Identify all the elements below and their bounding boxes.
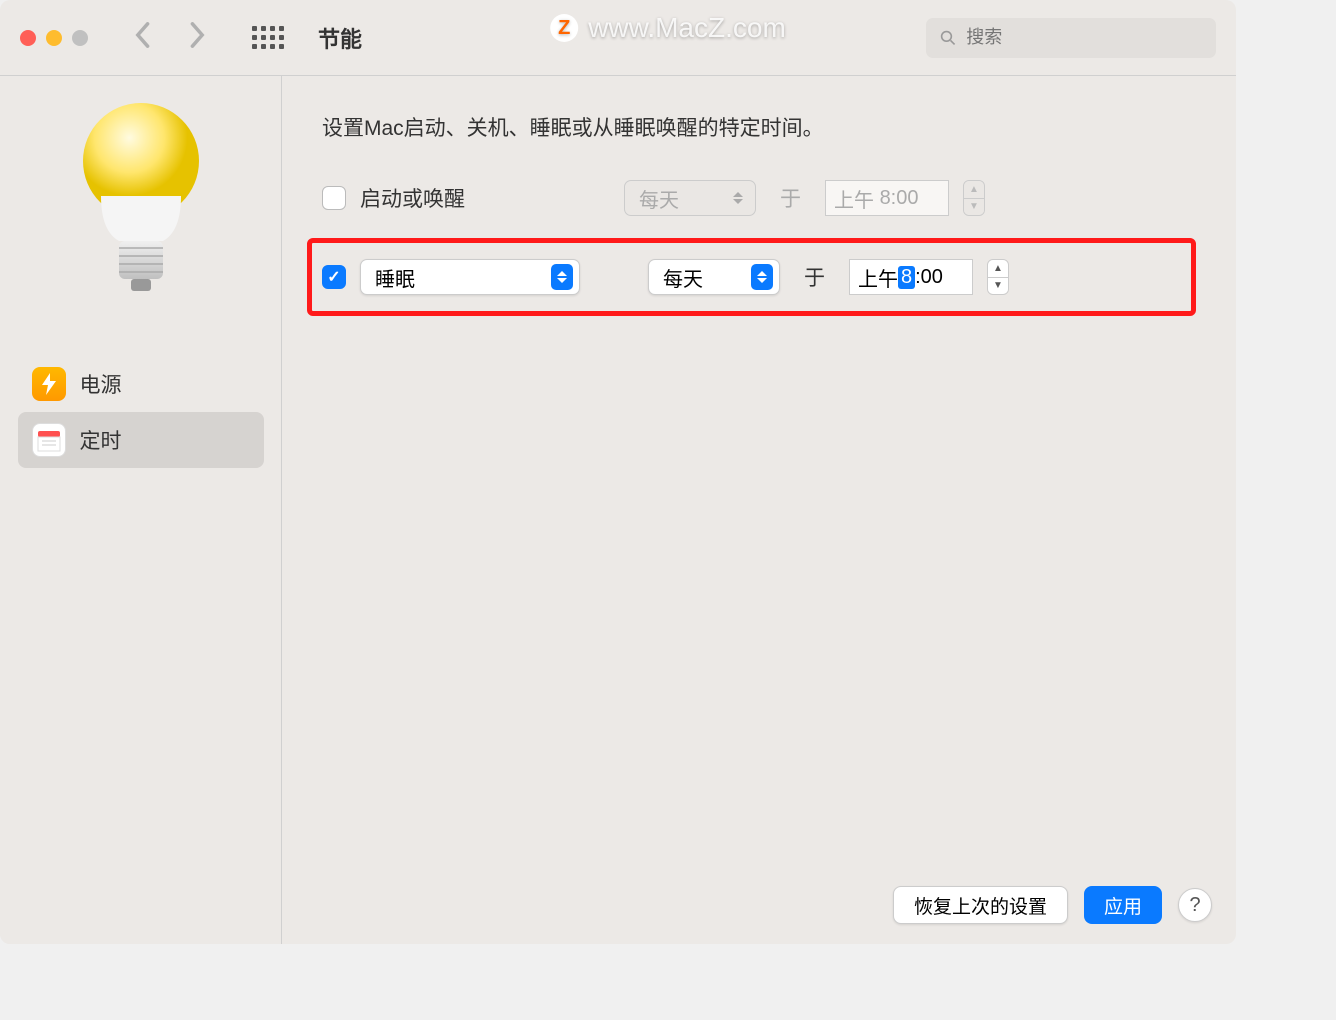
traffic-lights	[20, 30, 88, 46]
watermark-text: www.MacZ.com	[588, 12, 786, 44]
help-button[interactable]: ?	[1178, 888, 1212, 922]
startup-time-field: 上午 8:00	[825, 180, 949, 216]
sleep-action-dropdown[interactable]: 睡眠	[360, 259, 580, 295]
watermark-badge-icon: Z	[550, 14, 578, 42]
stepper-down-icon[interactable]: ▼	[988, 278, 1008, 295]
sleep-checkbox[interactable]	[322, 265, 346, 289]
startup-frequency-dropdown: 每天	[624, 180, 756, 216]
apply-button[interactable]: 应用	[1084, 886, 1162, 924]
content-area: 设置Mac启动、关机、睡眠或从睡眠唤醒的特定时间。 启动或唤醒 每天 于 上午 …	[282, 76, 1236, 944]
footer: 恢复上次的设置 应用 ?	[893, 886, 1212, 924]
sleep-time-field[interactable]: 上午8:00	[849, 259, 973, 295]
lightbulb-icon	[71, 96, 211, 306]
close-window-button[interactable]	[20, 30, 36, 46]
sleep-row: 睡眠 每天 于 上午8:00 ▲ ▼	[307, 238, 1196, 316]
stepper-up-icon[interactable]: ▲	[988, 260, 1008, 278]
startup-checkbox[interactable]	[322, 186, 346, 210]
description-text: 设置Mac启动、关机、睡眠或从睡眠唤醒的特定时间。	[322, 112, 1196, 142]
sleep-frequency-dropdown[interactable]: 每天	[648, 259, 780, 295]
search-box[interactable]	[926, 18, 1216, 58]
watermark: Z www.MacZ.com	[550, 12, 786, 44]
at-label: 于	[780, 183, 801, 213]
forward-button[interactable]	[188, 21, 208, 54]
search-input[interactable]	[966, 27, 1202, 48]
startup-row: 启动或唤醒 每天 于 上午 8:00 ▲ ▼	[322, 176, 1196, 220]
sidebar-item-label: 电源	[80, 369, 122, 399]
stepper-up-icon: ▲	[964, 181, 984, 199]
chevron-updown-icon	[727, 185, 749, 211]
chevron-updown-icon	[751, 264, 773, 290]
minimize-window-button[interactable]	[46, 30, 62, 46]
sidebar: 电源 定时	[0, 76, 282, 944]
startup-label: 启动或唤醒	[360, 183, 610, 213]
window-title: 节能	[318, 22, 362, 54]
back-button[interactable]	[132, 21, 152, 54]
sidebar-item-power[interactable]: 电源	[18, 356, 264, 412]
calendar-icon	[32, 423, 66, 457]
sleep-time-stepper[interactable]: ▲ ▼	[987, 259, 1009, 295]
sidebar-item-schedule[interactable]: 定时	[18, 412, 264, 468]
at-label: 于	[804, 262, 825, 292]
bolt-icon	[32, 367, 66, 401]
sidebar-item-label: 定时	[80, 425, 122, 455]
maximize-window-button	[72, 30, 88, 46]
show-all-icon[interactable]	[252, 26, 284, 49]
restore-button[interactable]: 恢复上次的设置	[893, 886, 1068, 924]
chevron-updown-icon	[551, 264, 573, 290]
stepper-down-icon: ▼	[964, 199, 984, 216]
startup-time-stepper: ▲ ▼	[963, 180, 985, 216]
search-icon	[940, 29, 956, 47]
